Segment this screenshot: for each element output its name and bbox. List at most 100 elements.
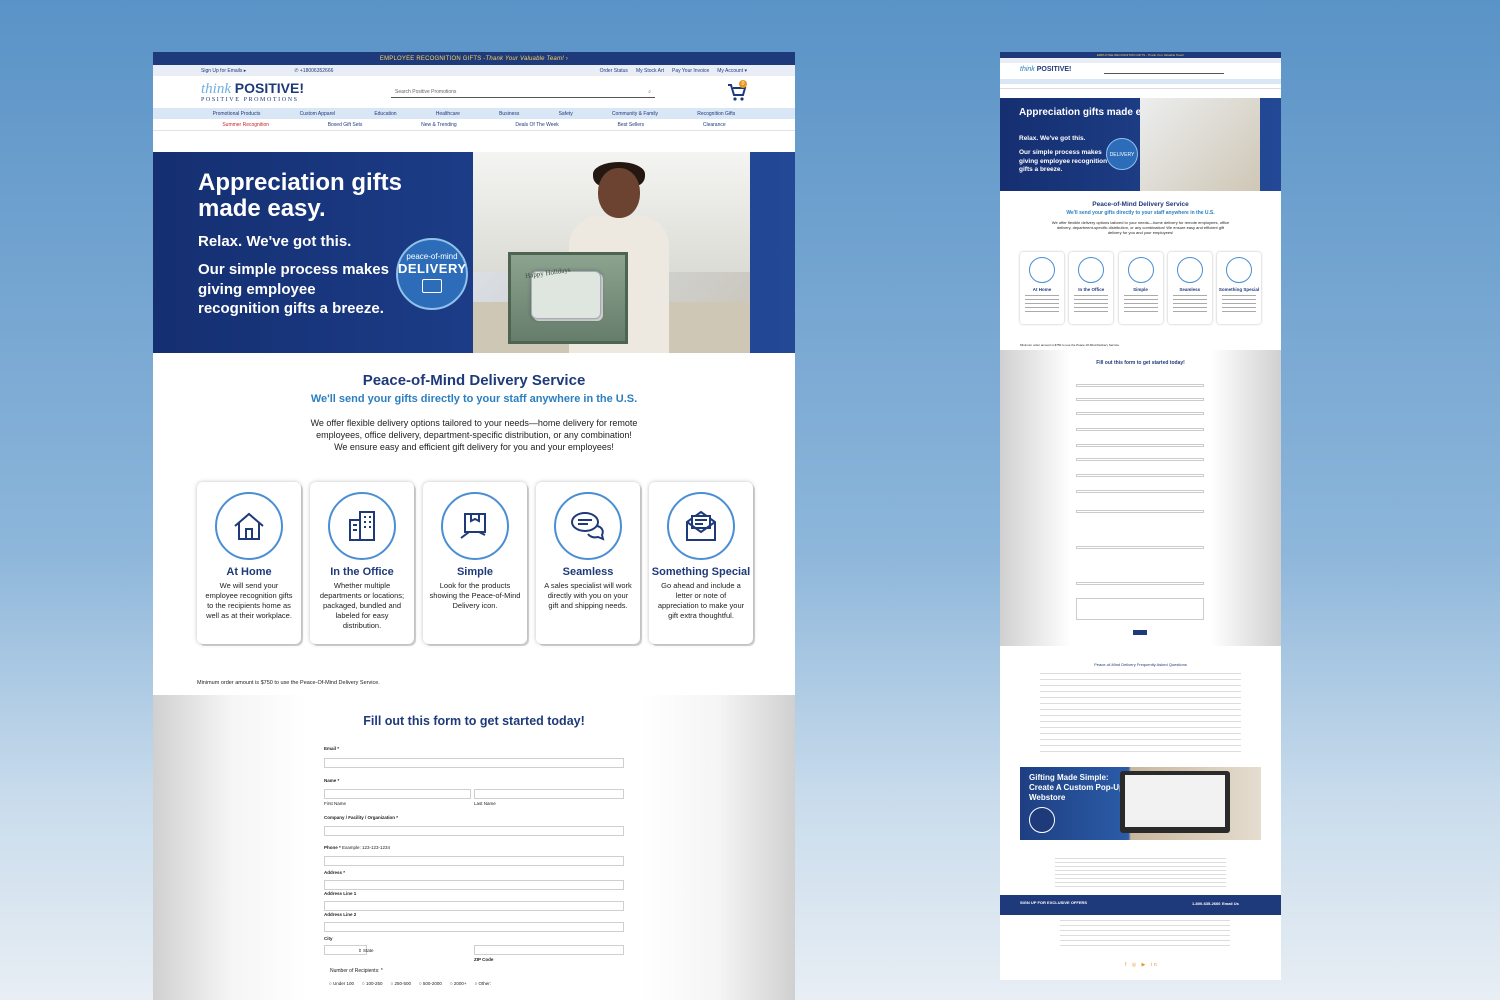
sm-popup-title: Gifting Made Simple: Create A Custom Pop… — [1029, 773, 1124, 802]
sm-card: Something Special — [1217, 252, 1261, 324]
peace-of-mind-delivery-badge: peace-of-mind DELIVERY — [396, 238, 468, 310]
feature-card-special: Something Special Go ahead and include a… — [649, 482, 753, 644]
hero-photo: Happy Holidays — [473, 152, 750, 353]
state-select[interactable]: ⇕ State — [358, 948, 374, 954]
address-label: Address * — [324, 870, 346, 875]
box-hand-icon — [1127, 257, 1154, 283]
search-icon[interactable]: ⌕ — [648, 89, 651, 95]
sm-form-section: Fill out this form to get started today! — [1000, 350, 1281, 646]
email-signup-link[interactable]: Sign Up for Emails ▸ — [201, 68, 246, 74]
phone-label: Phone * Example: 123-123-1234 — [324, 845, 391, 850]
sm-form-title: Fill out this form to get started today! — [1096, 360, 1185, 366]
name-label: Name * — [324, 778, 340, 783]
form-section: Fill out this form to get started today!… — [153, 695, 795, 1000]
feature-card-simple: Simple Look for the products showing the… — [423, 482, 527, 644]
nav-item-summer[interactable]: Summer Recognition — [222, 122, 269, 128]
feature-desc: Whether multiple departments or location… — [319, 581, 405, 630]
nav-item[interactable]: Recognition Gifts — [697, 111, 735, 117]
phone-field[interactable] — [324, 856, 624, 866]
radio-option[interactable]: ○ 2000+ — [450, 981, 467, 986]
email-field[interactable] — [324, 758, 624, 768]
nav-item[interactable]: Safety — [559, 111, 573, 117]
promo-text: EMPLOYEE RECOGNITION GIFTS - — [379, 55, 486, 62]
nav-item[interactable]: Healthcare — [436, 111, 460, 117]
envelope-icon — [667, 492, 735, 560]
sm-secondary-nav — [1000, 84, 1281, 89]
feature-title: Seamless — [562, 566, 614, 578]
sm-popup-badge — [1029, 807, 1055, 833]
company-field[interactable] — [324, 826, 624, 836]
feature-card-seamless: Seamless A sales specialist will work di… — [536, 482, 640, 644]
sm-card: In the Office — [1069, 252, 1113, 324]
sm-search-input — [1104, 69, 1224, 74]
nav-item[interactable]: Community & Family — [612, 111, 658, 117]
nav-item[interactable]: Education — [374, 111, 396, 117]
request-form: Fill out this form to get started today!… — [311, 695, 637, 1000]
secondary-nav: Summer Recognition Boxed Gift Sets New &… — [153, 119, 795, 131]
form-title: Fill out this form to get started today! — [363, 714, 585, 728]
nav-item[interactable]: Clearance — [703, 122, 726, 128]
hero-process: Our simple process makes giving employee… — [198, 261, 389, 317]
email-label: Email * — [324, 746, 340, 751]
sm-pom-title: Peace-of-Mind Delivery Service — [1092, 201, 1189, 208]
search-input[interactable]: Search Positive Promotions ⌕ — [391, 86, 655, 98]
sm-hero-photo — [1140, 98, 1260, 191]
min-order-note: Minimum order amount is $750 to use the … — [197, 680, 380, 686]
full-page-thumbnail: EMPLOYEE RECOGNITION GIFTS - Thank Your … — [1000, 52, 1281, 980]
radio-option[interactable]: ○ Under 100 — [329, 981, 354, 986]
hero-banner: Appreciation gifts made easy. Relax. We'v… — [153, 152, 795, 353]
sm-delivery-badge: DELIVERY — [1106, 138, 1138, 170]
nav-item[interactable]: Promotional Products — [213, 111, 261, 117]
company-label: Company / Facility / Organization * — [324, 815, 399, 820]
address-field[interactable] — [324, 880, 624, 890]
recipients-label: Number of Recipients: * — [330, 968, 383, 974]
sm-popup-webstore-banner: Gifting Made Simple: Create A Custom Pop… — [1020, 767, 1261, 840]
nav-item[interactable]: Custom Apparel — [300, 111, 336, 117]
hero-title: Appreciation gifts made easy. — [198, 169, 403, 222]
office-building-icon — [328, 492, 396, 560]
nav-item[interactable]: Boxed Gift Sets — [328, 122, 363, 128]
utility-bar: Sign Up for Emails ▸ ✆ +18006352666 Orde… — [153, 65, 795, 76]
sm-footer: SIGN UP FOR EXCLUSIVE OFFERS 1-800-635-2… — [1000, 856, 1281, 980]
feature-title: Simple — [456, 566, 494, 578]
sm-hero-banner: Appreciation gifts made easy. Relax. We'… — [1000, 98, 1281, 191]
sm-submit-button — [1133, 630, 1147, 635]
radio-option[interactable]: ○ 100-250 — [362, 981, 382, 986]
phone-link[interactable]: ✆ +18006352666 — [294, 68, 333, 74]
feature-desc: Look for the products showing the Peace-… — [429, 581, 521, 610]
site-logo[interactable]: think POSITIVE! POSITIVE PROMOTIONS — [201, 81, 321, 103]
first-name-field[interactable] — [324, 789, 471, 799]
seal-top-text: peace-of-mind — [406, 252, 458, 261]
last-name-field[interactable] — [474, 789, 624, 799]
sm-min-order-note: Minimum order amount is $750 to use the … — [1020, 343, 1120, 347]
nav-item[interactable]: Deals Of The Week — [515, 122, 558, 128]
cart-button[interactable]: 0 — [727, 80, 747, 102]
nav-item[interactable]: Best Sellers — [617, 122, 644, 128]
pom-intro: Peace-of-Mind Delivery Service We'll sen… — [153, 372, 795, 453]
stock-art-link[interactable]: My Stock Art — [636, 68, 664, 74]
hero-relax: Relax. We've got this. — [198, 233, 352, 250]
radio-option[interactable]: ○ 500-2000 — [419, 981, 442, 986]
zip-field[interactable] — [474, 945, 624, 955]
radio-option[interactable]: ○ 250-500 — [390, 981, 410, 986]
gift-box: Happy Holidays — [508, 252, 628, 344]
pay-invoice-link[interactable]: Pay Your Invoice — [672, 68, 709, 74]
sm-card: At Home — [1020, 252, 1064, 324]
feature-desc: We will send your employee recognition g… — [205, 581, 293, 620]
zip-label: ZIP Code — [474, 957, 494, 962]
nav-item[interactable]: Business — [499, 111, 519, 117]
sm-pom-body: We offer flexible delivery options tailo… — [1051, 220, 1230, 235]
sm-hero-process: Our simple process makes giving employee… — [1019, 149, 1108, 173]
address-line2-field[interactable] — [324, 922, 624, 932]
first-name-label: First Name — [324, 801, 347, 806]
promo-banner[interactable]: EMPLOYEE RECOGNITION GIFTS - Thank Your … — [153, 52, 795, 65]
nav-item[interactable]: New & Trending — [421, 122, 457, 128]
order-status-link[interactable]: Order Status — [600, 68, 628, 74]
sm-pom-subtitle: We'll send your gifts directly to your s… — [1066, 210, 1215, 216]
feature-card-office: In the Office Whether multiple departmen… — [310, 482, 414, 644]
address-line1-field[interactable] — [324, 901, 624, 911]
feature-title: At Home — [226, 566, 272, 578]
radio-option[interactable]: ○ Other: — [475, 981, 491, 986]
my-account-link[interactable]: My Account ▾ — [717, 68, 747, 74]
sm-faq-section: Peace-of-Mind Delivery Frequently Asked … — [1000, 662, 1281, 755]
